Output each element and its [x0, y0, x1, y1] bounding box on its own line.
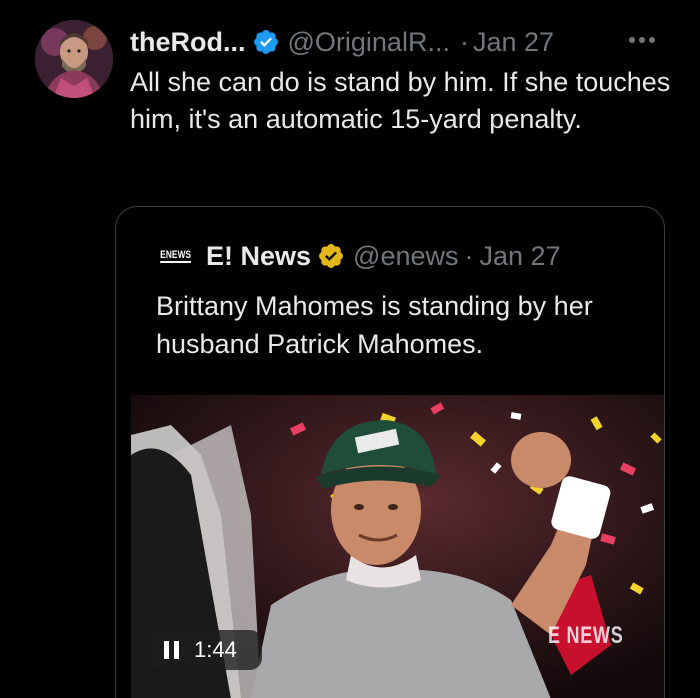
- pause-icon[interactable]: [164, 641, 180, 659]
- display-name[interactable]: theRod...: [130, 27, 246, 58]
- quoted-tweet-header: ENEWS E! News @enews · Jan 27: [156, 236, 561, 276]
- quoted-handle[interactable]: @enews: [353, 241, 458, 272]
- video-time-pill[interactable]: 1:44: [150, 630, 262, 670]
- quoted-display-name[interactable]: E! News: [206, 241, 311, 272]
- quoted-avatar-logo: ENEWS: [160, 249, 192, 263]
- tweet-text: All she can do is stand by him. If she t…: [130, 67, 671, 134]
- handle[interactable]: @OriginalR...: [288, 27, 450, 58]
- timestamp[interactable]: Jan 27: [473, 27, 554, 58]
- gold-verified-badge-icon[interactable]: [317, 242, 345, 270]
- tweet-header: theRod... @OriginalR... · Jan 27: [130, 22, 554, 62]
- quoted-tweet-text: Brittany Mahomes is standing by her husb…: [156, 291, 593, 359]
- quoted-avatar[interactable]: ENEWS: [156, 236, 196, 276]
- avatar[interactable]: [35, 20, 113, 98]
- video-time: 1:44: [194, 637, 237, 662]
- avatar-image: [35, 20, 113, 98]
- more-options-icon[interactable]: [622, 28, 662, 52]
- quoted-timestamp[interactable]: Jan 27: [480, 241, 561, 272]
- separator-dot: ·: [459, 26, 469, 57]
- tweet[interactable]: theRod... @OriginalR... · Jan 27 All she…: [0, 0, 700, 698]
- video-watermark: E NEWS: [548, 622, 624, 649]
- verified-badge-icon[interactable]: [252, 28, 280, 56]
- quoted-separator-dot: ·: [464, 240, 474, 271]
